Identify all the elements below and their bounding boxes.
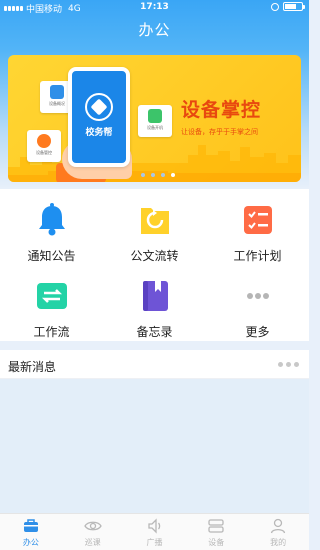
news-more-button[interactable] (278, 362, 299, 367)
news-section-header: 最新消息 (0, 350, 309, 379)
menu-item-memo[interactable]: 备忘录 (103, 265, 206, 341)
banner-title: 设备掌控 (181, 99, 262, 121)
bottom-tab-bar: 办公 巡课 广播 设备 我的 (0, 513, 309, 550)
banner-subtitle: 让设备，存乎于手掌之间 (181, 128, 258, 136)
briefcase-icon (24, 519, 38, 532)
orientation-lock-icon (271, 2, 279, 11)
tab-office[interactable]: 办公 (0, 514, 62, 550)
carousel-dot[interactable] (141, 173, 145, 177)
power-icon (148, 109, 162, 123)
dot (278, 362, 283, 367)
banner-carousel[interactable]: 设备概况 设备管控 校务帮 设备开机 设备掌控 让设备，存乎于手掌之间 (8, 55, 301, 182)
news-list (0, 379, 309, 513)
dot (286, 362, 291, 367)
app-header: 中国移动 4G 17:13 办公 (0, 0, 309, 49)
more-dots-icon (247, 293, 269, 299)
news-title: 最新消息 (8, 360, 57, 374)
menu-item-more[interactable]: 更多 (206, 265, 309, 341)
menu-item-work-plan[interactable]: 工作计划 (206, 189, 309, 265)
document-refresh-icon (141, 208, 169, 234)
tab-mine[interactable]: 我的 (247, 514, 309, 550)
carousel-dot[interactable] (161, 173, 165, 177)
checklist-icon (244, 206, 272, 234)
status-time: 17:13 (140, 2, 169, 12)
menu-item-notice[interactable]: 通知公告 (0, 189, 103, 265)
control-icon (37, 134, 51, 148)
bell-icon (39, 203, 65, 236)
carousel-dot-active[interactable] (171, 173, 175, 177)
carousel-dot[interactable] (151, 173, 155, 177)
eye-icon (84, 521, 102, 531)
dot (294, 362, 299, 367)
status-bar: 中国移动 4G 17:13 (0, 0, 309, 16)
speaker-icon (147, 518, 160, 534)
app-logo-icon (85, 93, 113, 121)
banner-tile-device-power: 设备开机 (138, 105, 172, 137)
carousel-indicator[interactable] (141, 173, 175, 177)
tab-broadcast[interactable]: 广播 (124, 514, 186, 550)
tab-device[interactable]: 设备 (185, 514, 247, 550)
menu-item-workflow[interactable]: 工作流 (0, 265, 103, 341)
phone-illustration: 校务帮 (68, 67, 130, 167)
battery-icon (283, 2, 305, 11)
device-icon (208, 519, 225, 533)
chart-icon (50, 85, 64, 99)
user-icon (271, 518, 286, 534)
memo-book-icon (143, 281, 168, 311)
tab-patrol[interactable]: 巡课 (62, 514, 124, 550)
menu-item-document-flow[interactable]: 公文流转 (103, 189, 206, 265)
workflow-arrows-icon (37, 283, 67, 309)
banner-area: 设备概况 设备管控 校务帮 设备开机 设备掌控 让设备，存乎于手掌之间 (0, 49, 309, 189)
page-title: 办公 (138, 21, 171, 39)
status-right (271, 2, 305, 11)
feature-grid: 通知公告 公文流转 工作计划 工作流 备忘录 更多 (0, 189, 309, 341)
banner-tile-device-control: 设备管控 (27, 130, 61, 162)
